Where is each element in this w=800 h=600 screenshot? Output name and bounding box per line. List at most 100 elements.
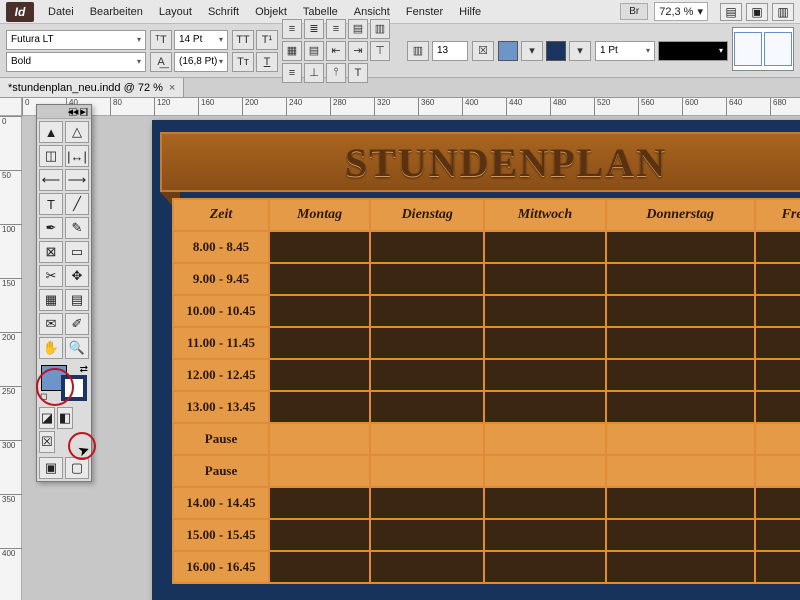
- timetable-header: Mittwoch: [484, 199, 605, 231]
- all-caps-button[interactable]: TT: [232, 30, 254, 50]
- superscript-button[interactable]: T¹: [256, 30, 278, 50]
- default-fill-stroke-icon[interactable]: ◻: [40, 391, 47, 402]
- pencil-tool[interactable]: ✎: [65, 217, 89, 239]
- time-cell: 14.00 - 14.45: [173, 487, 269, 519]
- arrange-documents-icon[interactable]: ▥: [772, 3, 794, 21]
- rectangle-tool[interactable]: ▭: [65, 241, 89, 263]
- zoom-level-combo[interactable]: 72,3 % ▾: [654, 2, 708, 21]
- align-right-button[interactable]: ≡: [326, 19, 346, 39]
- tools-panel-header[interactable]: ◀◀ ▶|: [37, 105, 91, 119]
- no-break-button[interactable]: ☒: [472, 41, 494, 61]
- day-cell: [606, 519, 755, 551]
- horizontal-ruler[interactable]: 0408012016020024028032036040044048052056…: [22, 98, 800, 116]
- swap-fill-stroke-icon[interactable]: ⇄: [80, 364, 88, 375]
- leading-combo[interactable]: (16,8 Pt)▾: [174, 52, 228, 72]
- menu-datei[interactable]: Datei: [40, 2, 82, 22]
- text-frame-options-button[interactable]: T: [348, 63, 368, 83]
- font-size-icon: ᵀT: [150, 30, 172, 50]
- fill-stroke-proxy[interactable]: ⇄ ◻: [39, 363, 89, 403]
- menu-hilfe[interactable]: Hilfe: [451, 2, 489, 22]
- type-tool[interactable]: T: [39, 193, 63, 215]
- apply-color[interactable]: ◪: [39, 407, 55, 429]
- pen-tool[interactable]: ✒: [39, 217, 63, 239]
- screen-mode-icon[interactable]: ▣: [746, 3, 768, 21]
- collapse-panel-icon[interactable]: ◀◀: [69, 108, 77, 116]
- close-icon[interactable]: ×: [169, 82, 175, 94]
- align-left-button[interactable]: ≡: [282, 19, 302, 39]
- day-cell: [755, 359, 800, 391]
- rectangle-frame-tool[interactable]: ⊠: [39, 241, 63, 263]
- menu-schrift[interactable]: Schrift: [200, 2, 247, 22]
- menu-bearbeiten[interactable]: Bearbeiten: [82, 2, 151, 22]
- day-cell: [484, 231, 605, 263]
- day-cell: [370, 359, 484, 391]
- v-ruler-tick: 300: [0, 440, 22, 450]
- gradient-swatch-tool[interactable]: ▦: [39, 289, 63, 311]
- font-style-combo[interactable]: Bold▾: [6, 52, 146, 72]
- plan-title: STUNDENPLAN: [345, 139, 667, 186]
- panel-menu-icon[interactable]: ▶|: [80, 108, 88, 116]
- scissors-tool[interactable]: ✂: [39, 265, 63, 287]
- small-caps-button[interactable]: Tᴛ: [232, 52, 254, 72]
- normal-mode[interactable]: ▣: [39, 457, 63, 479]
- columns-field[interactable]: 13: [432, 41, 468, 61]
- document-tab-bar: *stundenplan_neu.indd @ 72 % ×: [0, 78, 800, 98]
- align-towards-spine-button[interactable]: ⇤: [326, 41, 346, 61]
- content-collector-tool[interactable]: ⟵: [39, 169, 63, 191]
- fill-swatch[interactable]: [498, 41, 518, 61]
- ruler-origin[interactable]: [0, 98, 22, 116]
- v-ruler-tick: 400: [0, 548, 22, 558]
- spread-preview[interactable]: [732, 27, 794, 71]
- align-center-button[interactable]: ≣: [304, 19, 324, 39]
- document-tab[interactable]: *stundenplan_neu.indd @ 72 % ×: [0, 78, 184, 97]
- note-tool[interactable]: ✉: [39, 313, 63, 335]
- day-cell: [606, 391, 755, 423]
- page-tool[interactable]: ◫: [39, 145, 63, 167]
- view-options-icon[interactable]: ▤: [720, 3, 742, 21]
- stroke-style-combo[interactable]: ▾: [658, 41, 728, 61]
- day-cell: [269, 231, 370, 263]
- chevron-down-icon: ▾: [697, 5, 703, 18]
- bridge-button[interactable]: Br: [620, 3, 648, 20]
- day-cell: [484, 551, 605, 583]
- vertical-bottom-button[interactable]: ⊥: [304, 63, 324, 83]
- justify-right-button[interactable]: ▦: [282, 41, 302, 61]
- vertical-center-button[interactable]: ≡: [282, 63, 302, 83]
- vertical-top-button[interactable]: ⊤: [370, 41, 390, 61]
- vertical-ruler[interactable]: 050100150200250300350400450: [0, 116, 22, 600]
- line-tool[interactable]: ╱: [65, 193, 89, 215]
- eyedropper-tool[interactable]: ✐: [65, 313, 89, 335]
- tools-panel[interactable]: ◀◀ ▶| ▲△◫|↔|⟵⟶T╱✒✎⊠▭✂✥▦▤✉✐✋🔍 ⇄ ◻ ◪◧☒ ▣▢: [36, 104, 92, 482]
- stroke-dropdown[interactable]: ▾: [569, 41, 591, 61]
- fill-dropdown[interactable]: ▾: [521, 41, 543, 61]
- timetable-row: 14.00 - 14.45: [173, 487, 800, 519]
- menu-layout[interactable]: Layout: [151, 2, 200, 22]
- v-ruler-tick: 350: [0, 494, 22, 504]
- day-cell: [755, 263, 800, 295]
- justify-all-button[interactable]: ▤: [304, 41, 324, 61]
- align-away-spine-button[interactable]: ⇥: [348, 41, 368, 61]
- font-size-combo[interactable]: 14 Pt▾: [174, 30, 228, 50]
- day-cell: [606, 423, 755, 455]
- preview-mode[interactable]: ▢: [65, 457, 89, 479]
- font-family-combo[interactable]: Futura LT▾: [6, 30, 146, 50]
- apply-none[interactable]: ☒: [39, 431, 55, 453]
- stroke-color-proxy[interactable]: [61, 375, 87, 401]
- free-transform-tool[interactable]: ✥: [65, 265, 89, 287]
- content-placer-tool[interactable]: ⟶: [65, 169, 89, 191]
- gradient-feather-tool[interactable]: ▤: [65, 289, 89, 311]
- hand-tool[interactable]: ✋: [39, 337, 63, 359]
- zoom-tool[interactable]: 🔍: [65, 337, 89, 359]
- vertical-justify-button[interactable]: ⫯: [326, 63, 346, 83]
- gap-tool[interactable]: |↔|: [65, 145, 89, 167]
- justify-left-button[interactable]: ▤: [348, 19, 368, 39]
- document-canvas[interactable]: STUNDENPLAN ZeitMontagDienstagMittwochDo…: [22, 116, 800, 600]
- justify-center-button[interactable]: ▥: [370, 19, 390, 39]
- direct-selection-tool[interactable]: △: [65, 121, 89, 143]
- underline-button[interactable]: T: [256, 52, 278, 72]
- menu-fenster[interactable]: Fenster: [398, 2, 451, 22]
- apply-gradient[interactable]: ◧: [57, 407, 73, 429]
- stroke-swatch[interactable]: [546, 41, 566, 61]
- selection-tool[interactable]: ▲: [39, 121, 63, 143]
- stroke-weight-combo[interactable]: 1 Pt▾: [595, 41, 655, 61]
